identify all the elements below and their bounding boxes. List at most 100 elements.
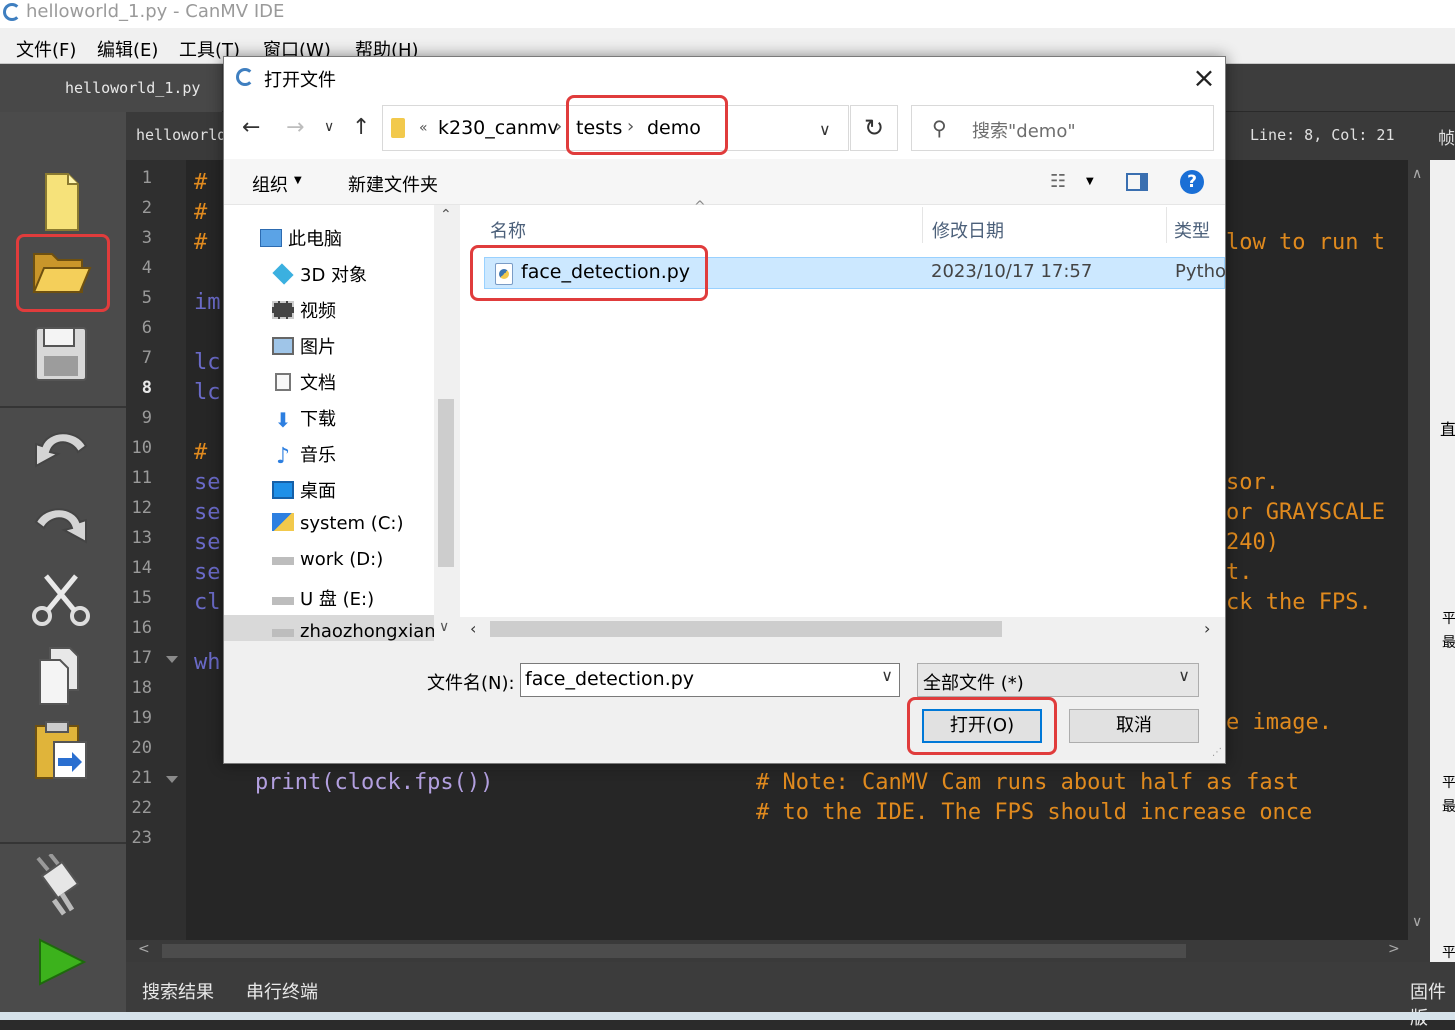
menu-edit[interactable]: 编辑(E) [97,36,158,62]
nav-scroll-thumb[interactable] [438,399,454,567]
file-horizontal-scrollbar[interactable]: ‹ › [460,617,1225,641]
address-dropdown-icon[interactable]: ∨ [819,120,831,139]
connect-plug-icon[interactable] [28,852,94,918]
download-icon: ⬇ [274,408,292,432]
file-highlight [470,245,708,301]
path-overflow[interactable]: « [419,120,428,136]
nav-pictures[interactable]: 图片 [272,333,336,359]
menu-file[interactable]: 文件(F) [16,36,76,62]
file-scroll-right-icon[interactable]: › [1204,619,1210,638]
system-drive-icon [272,513,294,531]
code-line-15-right: ck the FPS. [1226,590,1372,615]
nav-usb-e[interactable]: U 盘 (E:) [272,585,374,611]
cut-icon[interactable] [28,568,94,632]
view-dropdown-icon[interactable]: ▼ [1086,176,1094,187]
paste-icon[interactable] [28,718,94,782]
nav-label: 此电脑 [288,229,342,250]
up-arrow-icon[interactable]: ↑ [352,115,370,140]
filename-input[interactable]: face_detection.py ∨ [520,663,900,697]
line-number: 5 [141,288,152,308]
new-folder-button[interactable]: 新建文件夹 [348,171,438,197]
back-arrow-icon[interactable]: ← [242,115,260,140]
close-icon[interactable]: × [1186,61,1222,94]
search-results-tab[interactable]: 搜索结果 [142,978,214,1004]
column-name[interactable]: 名称 [490,217,526,243]
nav-music[interactable]: ♪ 音乐 [272,441,336,468]
fold-arrow-icon[interactable] [166,776,178,783]
column-type[interactable]: 类型 [1174,217,1210,243]
editor-vertical-scrollbar[interactable]: ∧ ∨ [1408,160,1430,940]
scroll-right-icon[interactable]: > [1388,941,1400,957]
bottom-panel-bar: 搜索结果 串行终端 固件版 [126,962,1455,1029]
filetype-select[interactable]: 全部文件 (*) ∨ [917,663,1199,697]
nav-work-d[interactable]: work (D:) [272,549,383,570]
horizontal-scroll-thumb[interactable] [162,944,1186,958]
search-icon: ⚲ [932,116,947,140]
preview-pane-icon[interactable] [1126,173,1148,191]
redo-icon[interactable] [28,492,94,556]
forward-arrow-icon[interactable]: → [286,115,304,140]
scroll-left-icon[interactable]: < [138,941,150,957]
nav-label: 文档 [300,373,336,394]
copy-icon[interactable] [28,644,94,708]
run-play-icon[interactable] [28,930,94,994]
code-line-11-right: sor. [1226,470,1279,495]
code-line-11: se [194,470,221,495]
file-scroll-thumb[interactable] [490,621,1002,637]
navigation-pane: 此电脑 3D 对象 视频 图片 文档 ⬇ 下载 ♪ 音乐 桌面 system (C:… [224,205,458,642]
nav-label: 视频 [300,301,336,322]
filename-label: 文件名(N): [427,673,515,694]
path-chevron-icon[interactable]: › [555,116,562,137]
folder-icon [391,118,405,138]
line-number: 21 [131,768,152,788]
code-line-21: print(clock.fps()) [255,770,494,795]
file-scroll-left-icon[interactable]: ‹ [470,619,476,638]
nav-scrollbar[interactable]: ⌃ ∨ [434,205,458,641]
view-options-icon[interactable]: ☷ [1050,171,1066,192]
open-folder-highlight [16,234,110,312]
save-icon[interactable] [28,322,94,386]
editor-horizontal-scrollbar[interactable]: < > [126,940,1430,962]
recent-dropdown-icon[interactable]: ∨ [324,119,334,135]
nav-desktop[interactable]: 桌面 [272,477,336,503]
nav-label: 图片 [300,337,336,358]
nav-3d-objects[interactable]: 3D 对象 [272,261,367,287]
file-tab-helloworld[interactable]: helloworld_1.py [0,64,222,112]
undo-icon[interactable] [28,416,94,480]
nav-this-pc[interactable]: 此电脑 [260,225,342,251]
scroll-up-icon[interactable]: ∧ [1412,166,1422,182]
right-label-1: 直 [1440,420,1455,439]
window-title: helloworld_1.py - CanMV IDE [26,1,285,22]
film-icon [272,301,294,319]
nav-label: 3D 对象 [300,265,368,286]
code-line-13: se [194,530,221,555]
code-line-19-right: e image. [1226,710,1332,735]
path-segment-k230[interactable]: k230_canmv [438,117,559,139]
organize-button[interactable]: 组织 [252,171,288,197]
line-number: 16 [131,618,152,638]
line-number: 15 [131,588,152,608]
nav-documents[interactable]: 文档 [272,369,336,395]
right-label-6: 平 [1442,945,1455,961]
search-box[interactable]: ⚲ 搜索"demo" [911,105,1214,151]
nav-scroll-up-icon[interactable]: ⌃ [440,207,452,223]
resize-grip-icon[interactable]: ⋰ [1212,747,1222,758]
scroll-down-icon[interactable]: ∨ [1412,914,1422,930]
nav-downloads[interactable]: ⬇ 下载 [272,405,336,431]
nav-scroll-down-icon[interactable]: ∨ [439,619,449,635]
nav-network-drive[interactable]: zhaozhongxian [272,621,436,642]
new-file-icon[interactable] [28,170,94,234]
nav-system-c[interactable]: system (C:) [272,513,403,534]
help-icon[interactable]: ? [1180,170,1204,194]
line-number: 18 [131,678,152,698]
column-date[interactable]: 修改日期 [932,217,1004,243]
filename-dropdown-icon[interactable]: ∨ [881,666,893,685]
refresh-icon[interactable]: ↻ [850,105,898,151]
line-number: 6 [141,318,152,338]
serial-terminal-tab[interactable]: 串行终端 [246,978,318,1004]
nav-videos[interactable]: 视频 [272,297,336,323]
fold-arrow-icon[interactable] [166,656,178,663]
filetype-dropdown-icon[interactable]: ∨ [1178,666,1190,685]
line-number: 22 [131,798,152,818]
cancel-button[interactable]: 取消 [1069,709,1199,743]
